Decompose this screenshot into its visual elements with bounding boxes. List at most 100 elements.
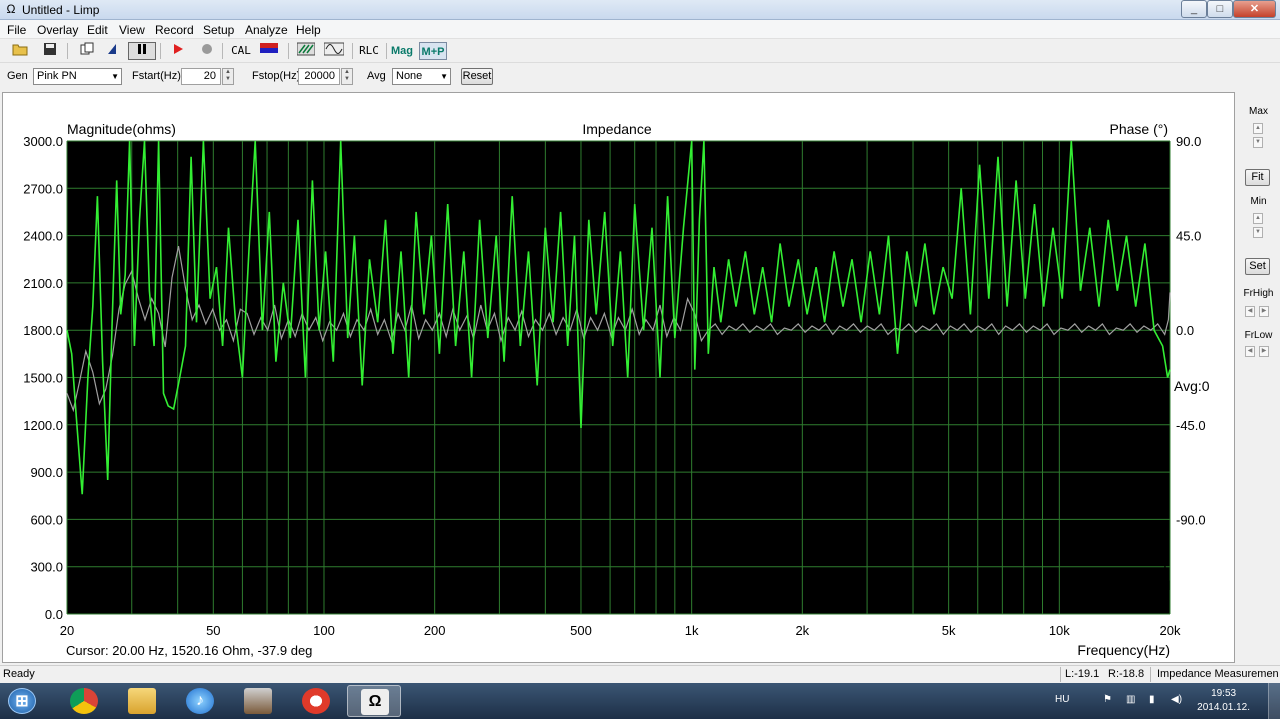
x-tick-label: 100 [313,623,335,638]
y2-tick-label: 90.0 [1176,134,1201,149]
x-tick-label: 10k [1049,623,1070,638]
media-app-icon [244,688,272,714]
fstop-input[interactable]: 20000 [298,68,340,85]
min-label: Min [1250,196,1267,207]
show-desktop-button[interactable] [1268,683,1280,719]
omega-icon[interactable]: Ω [4,2,18,16]
cal-button[interactable]: CAL [229,42,253,60]
menu-file[interactable]: File [7,23,26,37]
battery-icon[interactable]: ▮ [1149,694,1155,705]
frhigh-left-icon[interactable]: ◀ [1245,306,1255,317]
toolbar: CAL RLC Mag M+P [0,40,1280,63]
clock[interactable]: 19:53 2014.01.12. [1197,687,1250,715]
y-axis-label: Magnitude(ohms) [67,121,176,137]
max-up-icon[interactable]: ▲ [1253,123,1263,134]
x-tick-label: 200 [424,623,446,638]
y-tick-label: 0.0 [45,607,63,622]
copy-icon[interactable] [77,42,97,60]
title-bar: Ω Untitled - Limp _ □ ✕ [0,0,1280,20]
fstop-spinner[interactable]: ▲ ▼ [341,68,353,85]
y-tick-label: 900.0 [30,465,63,480]
play-icon[interactable] [168,42,188,60]
set-button[interactable]: Set [1245,258,1270,275]
menu-edit[interactable]: Edit [87,23,108,37]
pause-icon[interactable] [128,42,156,60]
status-bar: Ready L:-19.1 R:-18.8 Impedance Measurem… [0,665,1280,683]
y-tick-label: 3000.0 [23,134,63,149]
x-tick-label: 2k [795,623,809,638]
fstart-input[interactable]: 20 [181,68,221,85]
cursor-readout: Cursor: 20.00 Hz, 1520.16 Ohm, -37.9 deg [66,643,312,658]
reset-button[interactable]: Reset [461,68,493,85]
clock-date: 2014.01.12. [1197,702,1250,713]
x-tick-label: 50 [206,623,220,638]
frhigh-right-icon[interactable]: ▶ [1259,306,1269,317]
chevron-down-icon: ▼ [111,72,119,81]
taskbar-chrome[interactable] [57,685,111,717]
min-down-icon[interactable]: ▼ [1253,227,1263,238]
language-indicator[interactable]: HU [1055,694,1069,705]
taskbar-ccleaner[interactable] [289,685,343,717]
y2-tick-label: 45.0 [1176,229,1201,244]
window-title: Untitled - Limp [22,3,100,17]
fstop-label: Fstop(Hz) [252,70,301,82]
x-axis-label: Frequency(Hz) [1077,642,1170,658]
avg-label: Avg [367,70,386,82]
right-panel: Max ▲ ▼ Fit Min ▲ ▼ Set FrHigh ◀ ▶ FrLow… [1237,92,1280,663]
open-folder-icon[interactable] [10,42,30,60]
rlc-button[interactable]: RLC [357,42,381,60]
frlow-left-icon[interactable]: ◀ [1245,346,1255,357]
menu-overlay[interactable]: Overlay [37,23,78,37]
x-tick-label: 1k [685,623,699,638]
action-center-icon[interactable]: ⚑ [1103,694,1112,705]
max-down-icon[interactable]: ▼ [1253,137,1263,148]
watermark-letter: L [1161,547,1169,563]
y-tick-label: 1500.0 [23,371,63,386]
minimize-icon[interactable]: _ [1181,0,1207,18]
waveform-icon[interactable] [296,42,316,60]
fstart-spinner[interactable]: ▲ ▼ [222,68,234,85]
y-tick-label: 600.0 [30,512,63,527]
menu-record[interactable]: Record [155,23,194,37]
x-tick-label: 500 [570,623,592,638]
y2-tick-label: -90.0 [1176,512,1206,527]
x-tick-label: 5k [942,623,956,638]
save-disk-icon[interactable] [40,42,60,60]
maximize-icon[interactable]: □ [1207,0,1233,18]
taskbar: ⊞ ♪ Ω HU ⚑ ▥ ▮ ◀) 19:53 2014.01.12. [0,683,1280,719]
marker-icon[interactable] [102,42,122,60]
chevron-down-icon: ▼ [440,72,448,81]
menu-analyze[interactable]: Analyze [245,23,288,37]
avg-readout: Avg:0 [1174,378,1210,394]
taskbar-itunes[interactable]: ♪ [173,685,227,717]
generator-row: Gen Pink PN ▼ Fstart(Hz) 20 ▲ ▼ Fstop(Hz)… [0,64,1280,88]
min-up-icon[interactable]: ▲ [1253,213,1263,224]
menu-setup[interactable]: Setup [203,23,234,37]
y-tick-label: 1800.0 [23,323,63,338]
y-tick-label: 2100.0 [23,276,63,291]
record-icon[interactable] [197,42,217,60]
sine-icon[interactable] [323,42,345,60]
network-icon[interactable]: ▥ [1126,694,1135,705]
menu-help[interactable]: Help [296,23,321,37]
fit-button[interactable]: Fit [1245,169,1270,186]
taskbar-limp[interactable]: Ω [347,685,401,717]
fstart-label: Fstart(Hz) [132,70,181,82]
chart-title: Impedance [582,121,651,137]
calibration-color-icon[interactable] [259,42,279,60]
avg-select[interactable]: None ▼ [392,68,451,85]
y-tick-label: 2700.0 [23,181,63,196]
taskbar-media[interactable] [231,685,285,717]
close-icon[interactable]: ✕ [1233,0,1276,18]
taskbar-explorer[interactable] [115,685,169,717]
generator-select[interactable]: Pink PN ▼ [33,68,122,85]
menu-view[interactable]: View [119,23,145,37]
mag-phase-button[interactable]: M+P [419,42,447,60]
impedance-chart[interactable]: 0.0 300.0 600.0 900.0 1200.0 1500.0 1800.0 2100… [3,93,1234,662]
frlow-right-icon[interactable]: ▶ [1259,346,1269,357]
status-right-level: R:-18.8 [1108,668,1145,680]
start-button[interactable]: ⊞ [0,685,50,717]
mag-button[interactable]: Mag [390,42,414,60]
clock-time: 19:53 [1211,688,1237,699]
volume-icon[interactable]: ◀) [1171,694,1182,705]
